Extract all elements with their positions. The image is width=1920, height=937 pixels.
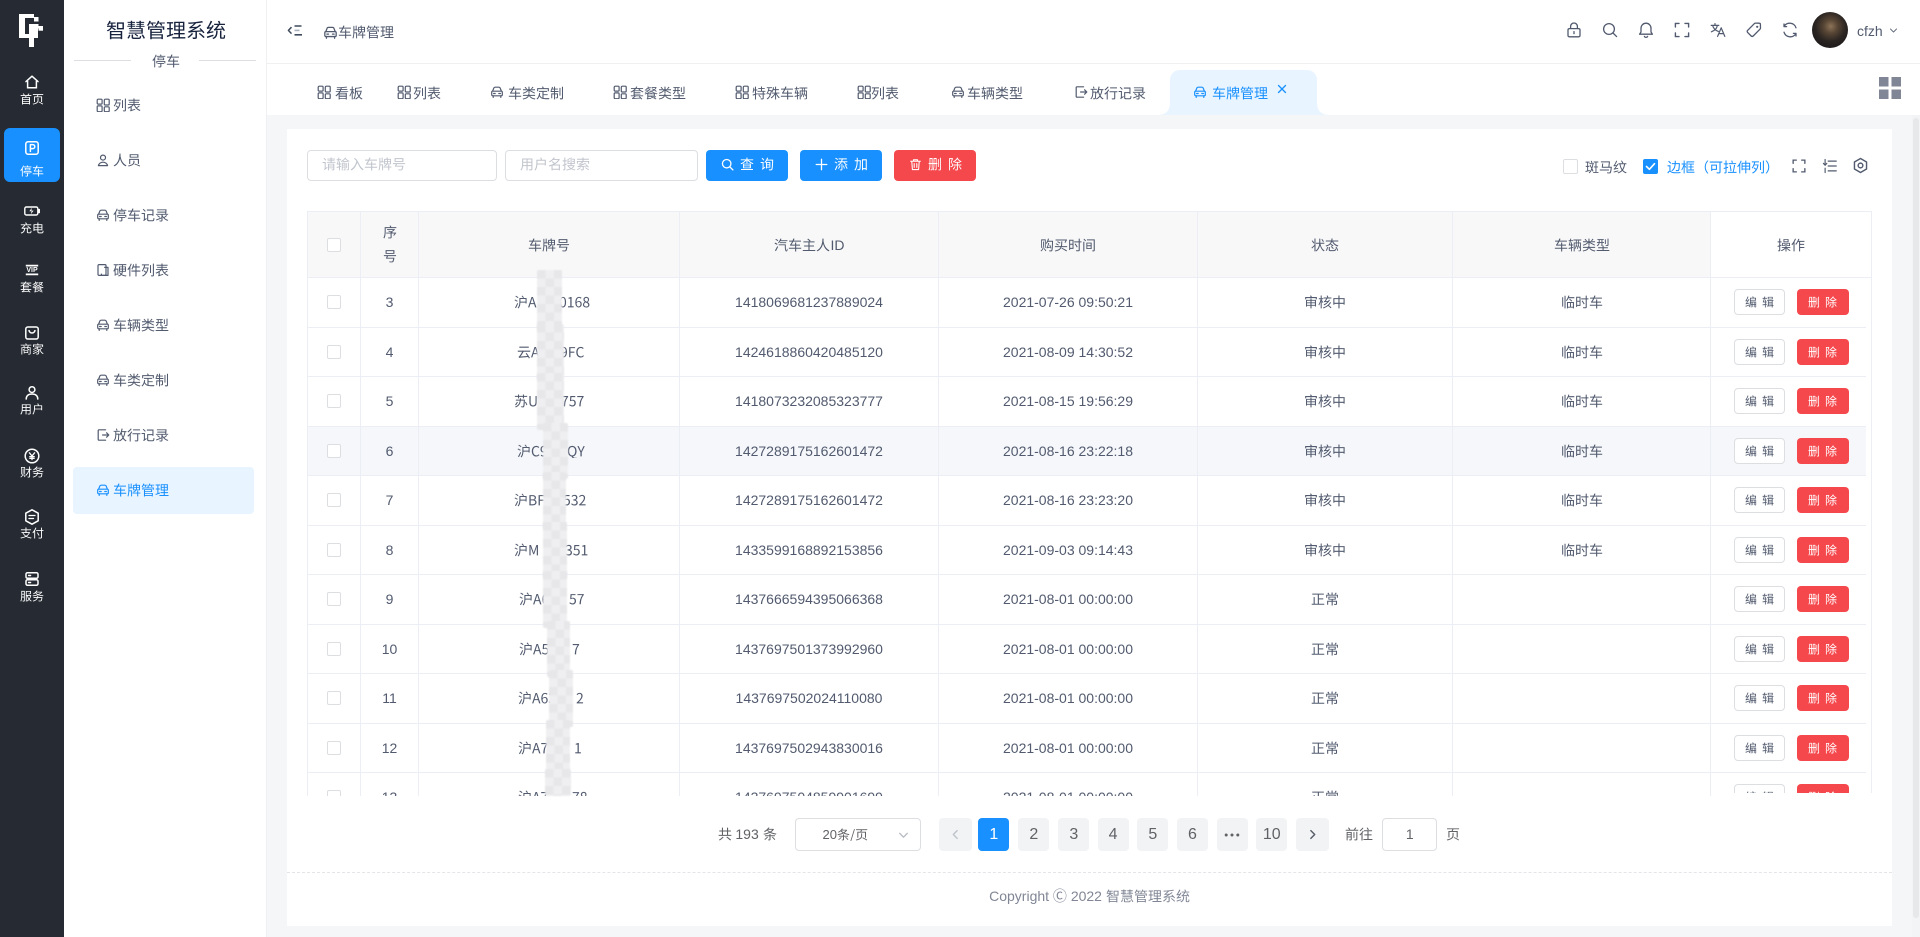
svg-text:VIP: VIP <box>26 267 38 274</box>
